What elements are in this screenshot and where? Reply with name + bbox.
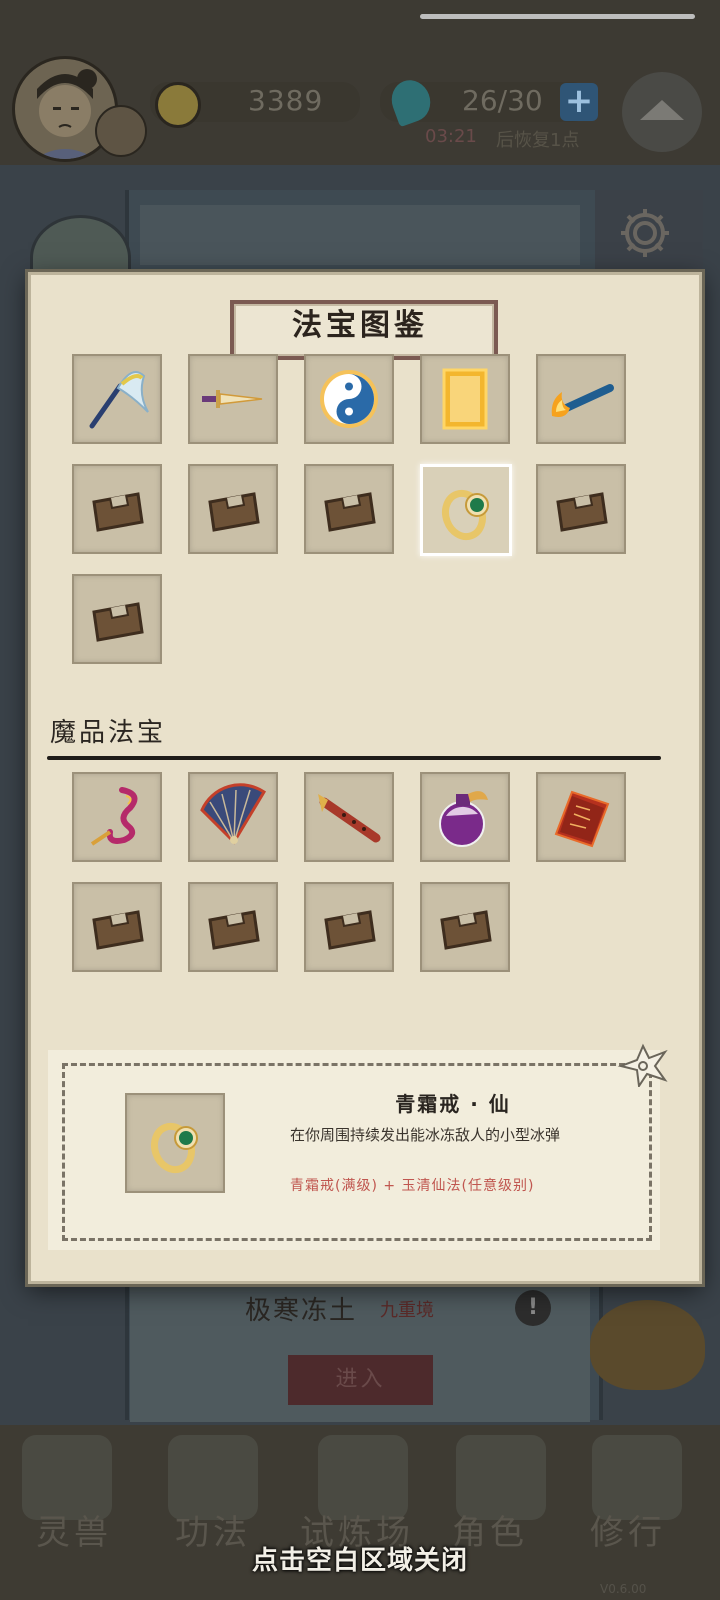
jade-pendant-icon [90, 787, 138, 846]
detail-item-slot [125, 1093, 225, 1193]
zone-info-button[interactable]: ! [515, 1290, 551, 1326]
stamina-value: 26/30 [462, 84, 543, 117]
close-hint[interactable]: 点击空白区域关闭 [0, 1540, 720, 1577]
recover-text: 后恢复1点 [496, 130, 580, 151]
shuriken-icon [617, 1043, 668, 1087]
home-indicator [420, 14, 695, 19]
detail-item-name: 青霜戒 · 仙 [395, 1092, 511, 1116]
locked-box-icon [556, 492, 608, 532]
recover-timer: 03:21 [425, 126, 477, 147]
add-stamina-button[interactable]: + [560, 83, 598, 121]
collapse-button[interactable] [622, 72, 702, 152]
avatar-badge-icon [95, 105, 147, 157]
treasure-slot-locked[interactable] [72, 882, 162, 972]
locked-box-icon [208, 910, 260, 950]
detail-item-description: 在你周围持续发出能冰冻敌人的小型冰弹 [290, 1126, 561, 1144]
folding-fan-icon [200, 783, 267, 845]
modal-title: 法宝图鉴 [292, 308, 428, 343]
treasure-slot[interactable] [536, 354, 626, 444]
coin-icon [155, 82, 201, 128]
treasure-slot[interactable] [536, 772, 626, 862]
chevron-up-icon [640, 100, 684, 120]
treasure-slot-locked[interactable] [72, 574, 162, 664]
treasure-slot-locked[interactable] [420, 882, 510, 972]
yin-yang-icon [320, 370, 378, 428]
golden-talisman-icon [442, 368, 488, 430]
treasure-slot-locked[interactable] [304, 882, 394, 972]
treasure-slot-locked[interactable] [188, 882, 278, 972]
treasure-slot[interactable] [420, 354, 510, 444]
jade-ring-icon [150, 1122, 198, 1174]
detail-item-recipe: 青霜戒(满级) + 玉清仙法(任意级别) [290, 1178, 535, 1194]
treasure-slot[interactable] [420, 772, 510, 862]
locked-box-icon [440, 910, 492, 950]
treasure-slot-locked[interactable] [536, 464, 626, 554]
section-label-demon-treasures: 魔品法宝 [50, 718, 167, 748]
treasure-slot[interactable] [72, 354, 162, 444]
background-scroll [140, 205, 580, 265]
blood-talisman-icon [554, 790, 610, 848]
potion-gourd-icon [439, 791, 488, 847]
whisk-icon [89, 371, 149, 429]
locked-box-icon [324, 492, 376, 532]
treasure-slot-locked[interactable] [304, 464, 394, 554]
locked-box-icon [208, 492, 260, 532]
section-divider [47, 756, 661, 760]
treasure-slot[interactable] [188, 354, 278, 444]
dagger-icon [202, 390, 263, 408]
treasure-slot[interactable] [304, 772, 394, 862]
treasure-slot-locked[interactable] [188, 464, 278, 554]
zone-level: 九重境 [380, 1300, 434, 1321]
treasure-slot[interactable] [188, 772, 278, 862]
treasure-slot[interactable] [72, 772, 162, 862]
fire-brush-icon [551, 384, 614, 417]
coin-value: 3389 [248, 84, 324, 117]
locked-box-icon [92, 910, 144, 950]
gear-icon[interactable] [615, 203, 675, 263]
locked-box-icon [92, 492, 144, 532]
treasure-slot[interactable] [304, 354, 394, 444]
version-label: V0.6.00 [600, 1582, 647, 1596]
cauldron-icon[interactable] [590, 1300, 705, 1390]
locked-box-icon [92, 602, 144, 642]
enter-button[interactable]: 进入 [288, 1355, 433, 1405]
jade-ring-icon [441, 489, 489, 541]
treasure-slot-selected[interactable] [420, 464, 512, 556]
flute-icon [318, 794, 381, 843]
zone-name: 极寒冻土 [245, 1296, 358, 1326]
treasure-slot-locked[interactable] [72, 464, 162, 554]
locked-box-icon [324, 910, 376, 950]
